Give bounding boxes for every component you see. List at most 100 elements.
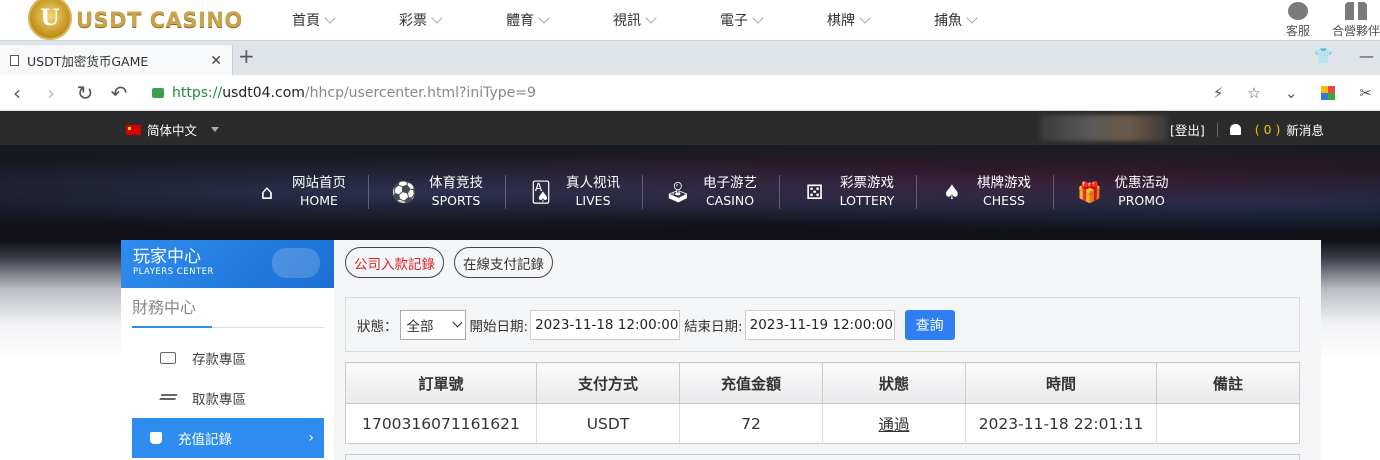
- back-icon[interactable]: ‹: [0, 81, 34, 105]
- site-header: U USDT CASINO 首頁 彩票 體育 視訊 電子 棋牌 捕魚 客服 合營…: [0, 0, 1380, 40]
- message-count[interactable]: ( 0 ): [1255, 122, 1281, 137]
- gamepad-icon: [272, 248, 320, 278]
- cell-remark: [1156, 403, 1300, 444]
- address-bar: ‹ › ↻ ↶ https://usdt04.com/hhcp/usercent…: [0, 75, 1380, 111]
- lightning-icon[interactable]: ⚡: [1213, 84, 1224, 102]
- chevron-down-icon: [538, 12, 550, 24]
- player-center-sidebar: 玩家中心 PLAYERS CENTER 財務中心 存款專區 取款專區 充值記錄 ›: [121, 240, 334, 460]
- end-date-input[interactable]: 2023-11-19 12:00:00: [744, 309, 895, 340]
- game-nav-home[interactable]: ⌂ 网站首页 HOME: [232, 175, 369, 209]
- divider: [1216, 122, 1218, 137]
- game-nav-lottery[interactable]: ⚄ 彩票游戏 LOTTERY: [780, 175, 917, 209]
- player-center-header: 玩家中心 PLAYERS CENTER: [121, 240, 334, 288]
- chevron-down-icon: [452, 317, 462, 328]
- new-tab-button[interactable]: +: [238, 46, 255, 66]
- scissors-icon[interactable]: ✂: [1359, 84, 1372, 102]
- card-icon: [160, 352, 176, 364]
- undo-icon[interactable]: ↶: [102, 81, 136, 105]
- chevron-down-icon: [431, 12, 443, 24]
- top-nav-chess[interactable]: 棋牌: [827, 10, 871, 30]
- game-nav-sports[interactable]: ⚽ 体育竞技 SPORTS: [369, 175, 506, 209]
- start-date-input[interactable]: 2023-11-18 12:00:00: [530, 309, 681, 340]
- filter-bar: 狀態： 全部 開始日期: 2023-11-18 12:00:00 結束日期: 2…: [345, 297, 1300, 352]
- logo-text: USDT CASINO: [76, 8, 243, 32]
- sidebar-item-withdraw[interactable]: 取款專區: [132, 378, 324, 418]
- user-bar: 简体中文 [登出] ( 0 ) 新消息: [0, 111, 1380, 145]
- browser-tab-bar: USDT加密货币GAME ✕ 👕 —: [0, 40, 1380, 76]
- table-header-row: 訂單號 支付方式 充值金額 狀態 時間 備註: [345, 362, 1300, 404]
- apps-icon[interactable]: [1321, 86, 1336, 100]
- skin-icon[interactable]: 👕: [1314, 47, 1333, 65]
- site-logo[interactable]: U USDT CASINO: [28, 0, 243, 40]
- logout-link[interactable]: [登出]: [1170, 120, 1205, 139]
- reload-icon[interactable]: ↻: [68, 81, 102, 105]
- home-icon: ⌂: [260, 180, 274, 204]
- message-label[interactable]: 新消息: [1286, 120, 1324, 139]
- lock-icon: [152, 87, 164, 98]
- url-field[interactable]: https://usdt04.com/hhcp/usercenter.html?…: [172, 85, 536, 101]
- tab-online-payment-records[interactable]: 在線支付記錄: [454, 247, 553, 278]
- close-tab-icon[interactable]: ✕: [210, 53, 222, 69]
- sidebar-item-recharge-records[interactable]: 充值記錄 ›: [132, 418, 324, 458]
- caret-down-icon: [211, 127, 220, 132]
- game-nav: ⌂ 网站首页 HOME ⚽ 体育竞技 SPORTS 🂡 真人视讯 LIVES 🕹 电子游艺 CA…: [232, 175, 1191, 209]
- address-bar-tools: ⚡ ☆ ⌄ ✂: [1213, 75, 1372, 111]
- logo-badge: U: [28, 0, 72, 40]
- customer-service-link[interactable]: 客服: [1286, 0, 1310, 39]
- col-amount: 充值金額: [679, 362, 823, 404]
- user-actions: [登出] ( 0 ) 新消息: [1170, 120, 1324, 139]
- top-right-links: 客服 合營夥伴: [1286, 0, 1380, 40]
- china-flag-icon: [126, 124, 141, 135]
- page: U USDT CASINO 首頁 彩票 體育 視訊 電子 棋牌 捕魚 客服 合營…: [0, 0, 1380, 460]
- col-remark: 備註: [1156, 362, 1300, 404]
- col-time: 時間: [965, 362, 1157, 404]
- game-nav-promo[interactable]: 🎁 优惠活动 PROMO: [1054, 175, 1191, 209]
- chevron-down-icon: [752, 12, 764, 24]
- game-nav-lives[interactable]: 🂡 真人视讯 LIVES: [506, 175, 643, 209]
- top-nav-home[interactable]: 首頁: [292, 10, 336, 30]
- query-button[interactable]: 查詢: [904, 309, 955, 340]
- star-icon[interactable]: ☆: [1247, 84, 1260, 102]
- chevron-down-icon: [645, 12, 657, 24]
- top-nav-live[interactable]: 視訊: [613, 10, 657, 30]
- language-selector[interactable]: 简体中文: [126, 120, 220, 139]
- top-nav-slots[interactable]: 電子: [720, 10, 764, 30]
- money-bag-icon: [150, 432, 162, 444]
- sidebar-item-deposit[interactable]: 存款專區: [132, 338, 324, 378]
- cell-time: 2023-11-18 22:01:11: [965, 403, 1157, 444]
- records-panel: 公司入款記錄 在線支付記錄 狀態： 全部 開始日期: 2023-11-18 12…: [334, 240, 1321, 460]
- minimize-icon[interactable]: —: [1359, 47, 1374, 65]
- ball-icon: ⚽: [391, 180, 417, 204]
- cards-icon: 🂡: [530, 180, 552, 204]
- top-nav-fishing[interactable]: 捕魚: [934, 10, 978, 30]
- chevron-down-icon: [966, 12, 978, 24]
- browser-tab[interactable]: USDT加密货币GAME ✕: [0, 45, 233, 76]
- record-tabs: 公司入款記錄 在線支付記錄: [345, 247, 553, 278]
- partner-link[interactable]: 合營夥伴: [1332, 0, 1380, 39]
- status-select[interactable]: 全部: [399, 309, 466, 340]
- language-label: 简体中文: [147, 123, 198, 138]
- forward-icon[interactable]: ›: [34, 81, 68, 105]
- tab-company-deposit-records[interactable]: 公司入款記錄: [345, 247, 444, 278]
- cell-order-number: 1700316071161621: [345, 403, 537, 444]
- cell-status[interactable]: 通過: [822, 403, 966, 444]
- game-nav-chess[interactable]: ♠ 棋牌游戏 CHESS: [917, 175, 1054, 209]
- dropdown-icon[interactable]: ⌄: [1285, 84, 1298, 102]
- chevron-right-icon: ›: [308, 430, 314, 446]
- game-nav-casino[interactable]: 🕹 电子游艺 CASINO: [643, 175, 780, 209]
- col-payment-method: 支付方式: [536, 362, 680, 404]
- finance-center-title: 財務中心: [132, 296, 324, 328]
- table-row: 1700316071161621 USDT 72 通過 2023-11-18 2…: [345, 403, 1300, 444]
- partner-icon: [1344, 2, 1367, 20]
- dice-icon: ⚄: [805, 180, 824, 204]
- top-nav: 首頁 彩票 體育 視訊 電子 棋牌 捕魚: [292, 0, 1041, 40]
- bell-icon[interactable]: [1229, 124, 1241, 135]
- top-nav-sports[interactable]: 體育: [506, 10, 550, 30]
- col-order-number: 訂單號: [345, 362, 537, 404]
- status-label: 狀態：: [357, 318, 398, 335]
- col-status: 狀態: [822, 362, 966, 404]
- game-nav-banner: ⌂ 网站首页 HOME ⚽ 体育竞技 SPORTS 🂡 真人视讯 LIVES 🕹 电子游艺 CA…: [0, 145, 1380, 240]
- sidebar-menu: 存款專區 取款專區 充值記錄 ›: [121, 338, 334, 458]
- records-table: 訂單號 支付方式 充值金額 狀態 時間 備註 1700316071161621 …: [345, 362, 1300, 444]
- top-nav-lottery[interactable]: 彩票: [399, 10, 443, 30]
